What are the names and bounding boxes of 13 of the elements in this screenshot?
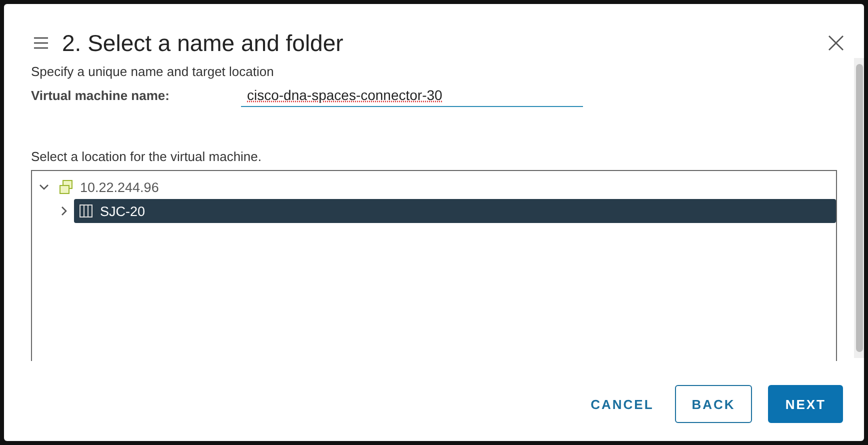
back-button[interactable]: BACK [674, 385, 752, 423]
close-icon[interactable] [828, 35, 844, 51]
scrollbar[interactable] [854, 58, 864, 358]
next-button[interactable]: NEXT [768, 385, 843, 423]
server-group-icon [58, 179, 74, 195]
menu-icon[interactable] [34, 37, 48, 49]
field-label: Virtual machine name: [31, 88, 170, 103]
location-label: Select a location for the virtual machine. [31, 149, 263, 164]
dialog-title: 2. Select a name and folder [62, 30, 344, 56]
tree-item[interactable]: 10.22.244.96 [54, 175, 836, 199]
instruction-text: Specify a unique name and target location [31, 64, 275, 79]
tree-item[interactable]: SJC-20 [74, 199, 836, 223]
building-icon [78, 203, 94, 219]
